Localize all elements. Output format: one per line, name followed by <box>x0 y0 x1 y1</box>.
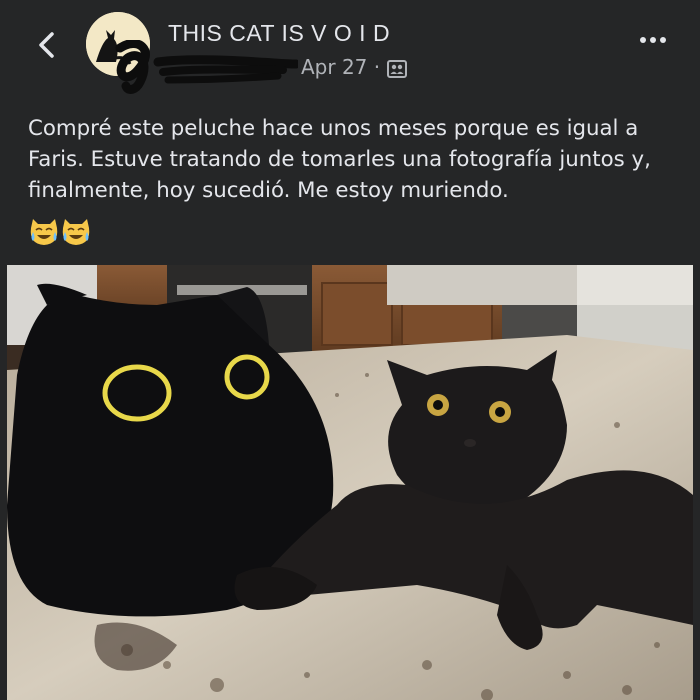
post-photo[interactable] <box>7 265 693 700</box>
group-audience-icon <box>387 60 407 78</box>
post-header: THIS CAT IS V O I D Apr 27 · <box>0 0 700 100</box>
more-horizontal-icon[interactable] <box>638 30 668 50</box>
meta-separator: · <box>373 55 381 79</box>
chevron-left-icon[interactable] <box>30 26 64 64</box>
post-meta: Apr 27 · <box>301 55 380 79</box>
group-name[interactable]: THIS CAT IS V O I D <box>168 20 390 47</box>
post-text: Compré este peluche hace unos meses porq… <box>28 116 651 203</box>
post-date[interactable]: Apr 27 <box>301 55 367 79</box>
cat-and-plush-image <box>7 265 693 700</box>
redaction-scribble <box>115 40 298 94</box>
crying-laughing-cat-emoji <box>30 219 90 245</box>
